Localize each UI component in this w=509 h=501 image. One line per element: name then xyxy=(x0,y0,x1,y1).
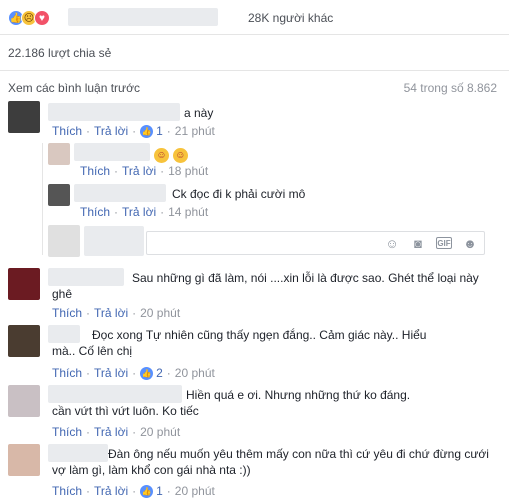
comment-actions: Thích · Trả lời · 👍 1 · 20 phút xyxy=(52,484,215,498)
comment-actions: Thích · Trả lời · 20 phút xyxy=(52,306,181,320)
timestamp[interactable]: 20 phút xyxy=(175,484,215,498)
emoji-icon[interactable]: ☺ xyxy=(384,235,400,251)
love-icon: ♥ xyxy=(34,10,50,26)
comment-text: Đọc xong Tự nhiên cũng thấy ngẹn đắng.. … xyxy=(52,328,427,358)
avatar[interactable] xyxy=(8,325,40,357)
shares-count[interactable]: 22.186 lượt chia sẻ xyxy=(8,46,111,60)
sticker-icon[interactable]: ☻ xyxy=(462,235,478,251)
reply-actions: Thích · Trả lời · 14 phút xyxy=(80,205,209,219)
like-count[interactable]: 2 xyxy=(156,366,163,380)
commenter-name[interactable] xyxy=(74,184,166,202)
timestamp[interactable]: 20 phút xyxy=(140,306,180,320)
like-count-icon: 👍 xyxy=(140,124,154,138)
avatar[interactable] xyxy=(8,444,40,476)
timestamp[interactable]: 21 phút xyxy=(175,124,215,138)
like-button[interactable]: Thích xyxy=(52,425,82,439)
comment-actions: Thích · Trả lời · 👍 1 · 21 phút xyxy=(52,124,215,138)
avatar[interactable] xyxy=(48,143,70,165)
like-button[interactable]: Thích xyxy=(52,366,82,380)
reply-input-icons: ☺ ◙ GIF ☻ xyxy=(384,235,478,251)
reply-button[interactable]: Trả lời xyxy=(94,306,128,320)
view-previous-comments-link[interactable]: Xem các bình luận trước xyxy=(8,81,140,95)
commenter-name[interactable] xyxy=(48,103,180,121)
like-button[interactable]: Thích xyxy=(80,164,110,178)
avatar[interactable] xyxy=(48,184,70,206)
comments-count: 54 trong số 8.862 xyxy=(403,81,497,95)
gif-icon[interactable]: GIF xyxy=(436,237,452,249)
timestamp[interactable]: 18 phút xyxy=(168,164,208,178)
reply-actions: Thích · Trả lời · 18 phút xyxy=(80,164,209,178)
divider xyxy=(0,34,509,35)
comment-text: Hiền quá e ơi. Nhưng những thứ ko đáng. … xyxy=(52,388,411,418)
like-button[interactable]: Thích xyxy=(80,205,110,219)
comment-text: a này xyxy=(184,106,214,120)
avatar xyxy=(48,225,80,257)
comment-actions: Thích · Trả lời · 👍 2 · 20 phút xyxy=(52,366,215,380)
reply-button[interactable]: Trả lời xyxy=(122,164,156,178)
reply-button[interactable]: Trả lời xyxy=(94,124,128,138)
timestamp[interactable]: 20 phút xyxy=(175,366,215,380)
avatar[interactable] xyxy=(8,101,40,133)
like-count[interactable]: 1 xyxy=(156,124,163,138)
like-button[interactable]: Thích xyxy=(52,124,82,138)
reply-button[interactable]: Trả lời xyxy=(94,484,128,498)
like-button[interactable]: Thích xyxy=(52,484,82,498)
timestamp[interactable]: 20 phút xyxy=(140,425,180,439)
comment-text: Đàn ông nếu muốn yêu thêm mấy con nữa th… xyxy=(52,447,489,477)
comment-text: Sau những gì đã làm, nói ....xin lỗi là … xyxy=(52,271,479,301)
like-button[interactable]: Thích xyxy=(52,306,82,320)
camera-icon[interactable]: ◙ xyxy=(410,235,426,251)
reply-button[interactable]: Trả lời xyxy=(122,205,156,219)
avatar[interactable] xyxy=(8,385,40,417)
like-count-icon: 👍 xyxy=(140,484,154,498)
thread-line xyxy=(42,143,43,255)
reaction-summary[interactable]: 👍 ☹ ♥ xyxy=(8,8,50,28)
reply-button[interactable]: Trả lời xyxy=(94,366,128,380)
commenter-name[interactable] xyxy=(74,143,150,161)
reply-emoji: ☺ ☺ xyxy=(154,145,188,163)
reply-button[interactable]: Trả lời xyxy=(94,425,128,439)
reactions-others-text[interactable]: 28K người khác xyxy=(248,11,333,25)
avatar[interactable] xyxy=(8,268,40,300)
smile-emoji-icon: ☺ xyxy=(154,148,169,163)
timestamp[interactable]: 14 phút xyxy=(168,205,208,219)
reply-text: Ck đọc đi k phải cười mô xyxy=(172,187,306,201)
redacted-area xyxy=(84,226,144,256)
redacted-names xyxy=(68,8,218,26)
divider xyxy=(0,70,509,71)
reply-input[interactable]: ☺ ◙ GIF ☻ xyxy=(146,231,485,255)
like-count[interactable]: 1 xyxy=(156,484,163,498)
like-count-icon: 👍 xyxy=(140,366,154,380)
comment-actions: Thích · Trả lời · 20 phút xyxy=(52,425,181,439)
smile-emoji-icon: ☺ xyxy=(172,148,188,163)
